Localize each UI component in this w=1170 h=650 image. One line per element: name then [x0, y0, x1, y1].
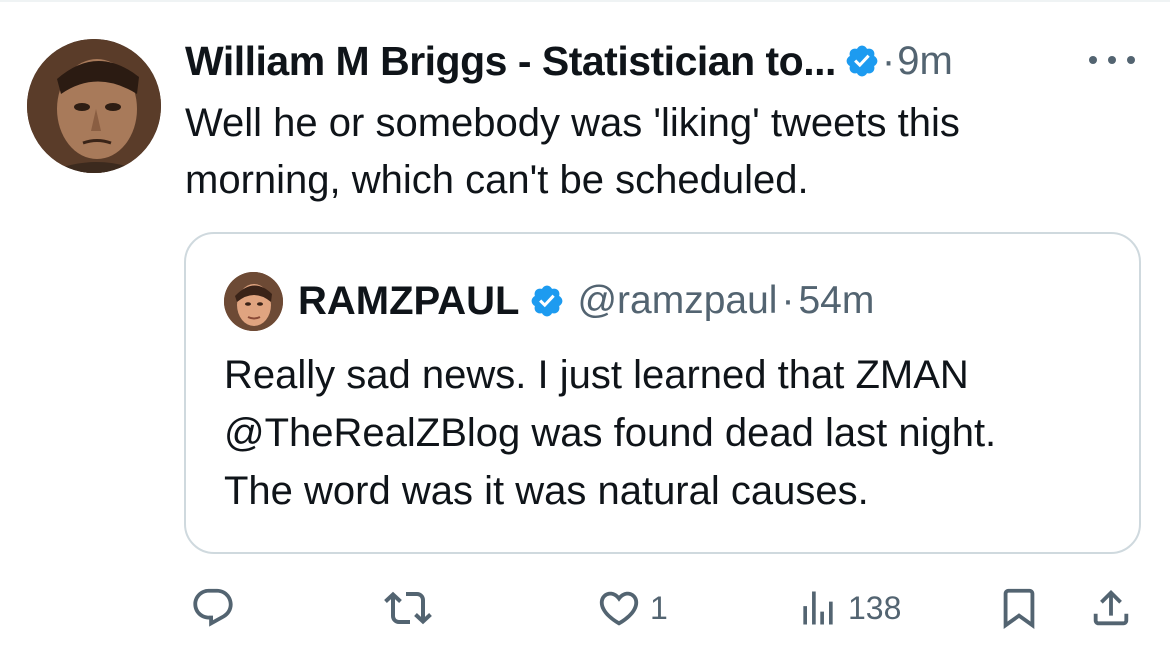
author-avatar[interactable]	[27, 39, 161, 173]
share-button[interactable]	[1088, 580, 1134, 636]
views-button[interactable]: 138	[796, 580, 901, 636]
tweet-text-line: Well he or somebody was 'liking' tweets …	[185, 101, 960, 145]
like-button[interactable]: 1	[596, 580, 668, 636]
quote-timestamp[interactable]: 54m	[798, 279, 874, 323]
verified-badge-icon	[844, 43, 880, 79]
quote-author-handle[interactable]: @ramzpaul	[577, 279, 777, 323]
like-count: 1	[650, 589, 668, 626]
quote-text: Really sad news. I just learned that ZMA…	[224, 353, 997, 513]
views-icon	[803, 591, 833, 625]
tweet-text: Well he or somebody was 'liking' tweets …	[185, 95, 1125, 209]
tweet-header: William M Briggs - Statistician to... · …	[185, 36, 953, 86]
reply-icon	[193, 588, 233, 627]
quote-separator: ·	[781, 279, 795, 322]
verified-badge-icon	[529, 283, 565, 319]
tweet-text-line: morning, which can't be scheduled.	[185, 158, 809, 202]
author-avatar-image	[27, 39, 161, 173]
quote-author-name[interactable]: RAMZPAUL	[298, 279, 519, 324]
more-options-icon[interactable]	[1086, 52, 1138, 68]
tweet-separator: ·	[881, 38, 896, 83]
heart-icon	[599, 591, 639, 626]
quote-header: RAMZPAUL @ramzpaul · 54m	[298, 276, 874, 326]
bookmark-icon	[1003, 588, 1035, 629]
tweet-timestamp[interactable]: 9m	[897, 39, 953, 84]
share-icon	[1093, 589, 1129, 626]
quote-avatar-image	[224, 272, 283, 331]
retweet-button[interactable]	[384, 580, 440, 636]
views-count: 138	[848, 589, 902, 626]
top-divider	[0, 0, 1170, 2]
reply-button[interactable]	[190, 580, 244, 636]
retweet-icon	[384, 591, 432, 625]
author-name[interactable]: William M Briggs - Statistician to...	[185, 38, 836, 85]
bookmark-button[interactable]	[996, 580, 1042, 636]
tweet-action-bar: 1 138	[0, 580, 1170, 636]
quote-tweet-card[interactable]: RAMZPAUL @ramzpaul · 54m Really sad news…	[184, 232, 1141, 554]
quote-author-avatar[interactable]	[224, 272, 283, 331]
